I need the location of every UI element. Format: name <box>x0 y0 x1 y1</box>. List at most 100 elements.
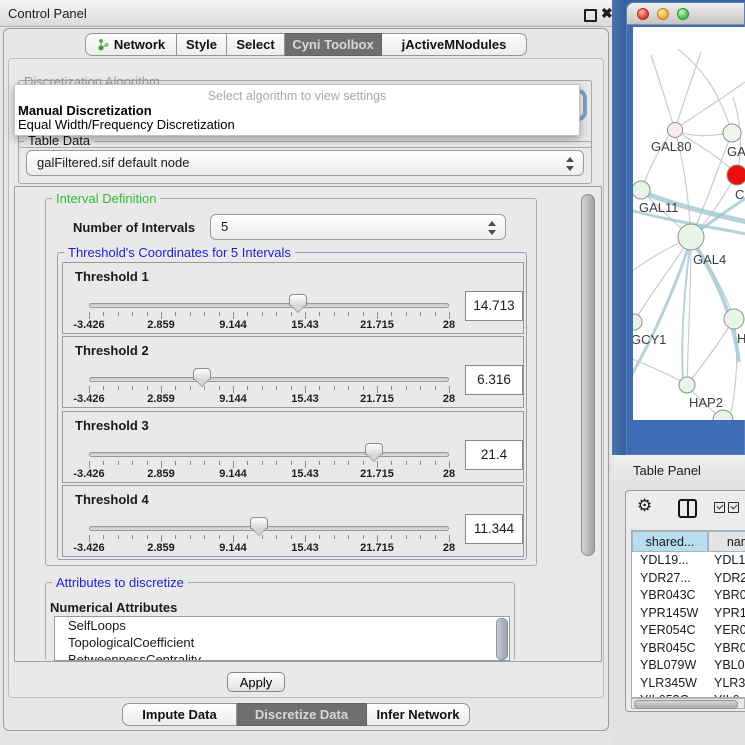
float-window-icon[interactable] <box>584 9 597 22</box>
threshold-slider-thumb[interactable] <box>250 517 268 529</box>
threshold-slider-thumb[interactable] <box>289 294 307 306</box>
network-view-canvas[interactable]: GAL80GACGAL11GAL4GCY1HHAP2 <box>633 27 745 420</box>
tick-mark <box>147 461 148 465</box>
tick-label: 21.715 <box>347 319 407 331</box>
node-gcy1[interactable] <box>633 314 642 330</box>
tick-mark <box>103 312 104 316</box>
tab-network[interactable]: Network <box>85 33 177 56</box>
node-label: GAL11 <box>639 200 679 215</box>
checkbox-icon[interactable] <box>714 502 725 513</box>
node-gal4[interactable] <box>678 224 704 250</box>
tick-label: 2.859 <box>131 319 191 331</box>
list-item-selfloops[interactable]: SelfLoops <box>55 617 509 634</box>
thresholds-group-title: Threshold's Coordinates for 5 Intervals <box>64 246 295 259</box>
table-row[interactable]: YLR345WYLR3 <box>632 675 745 693</box>
thumb-pointer <box>252 528 266 535</box>
dropdown-item-manual-discretization[interactable]: Manual Discretization <box>18 103 152 118</box>
list-scrollbar[interactable] <box>496 618 508 660</box>
horizontal-scrollbar[interactable] <box>631 698 745 709</box>
number-of-intervals-value: 5 <box>221 215 228 239</box>
tab-jactivemnodules[interactable]: jActiveMNodules <box>382 33 527 56</box>
tab-impute-data[interactable]: Impute Data <box>122 703 237 726</box>
checkbox-icon[interactable] <box>728 502 739 513</box>
node-gal11[interactable] <box>633 181 650 199</box>
tick-mark <box>233 535 234 542</box>
tick-label: 15.43 <box>275 393 335 405</box>
tick-label: -3.426 <box>59 319 119 331</box>
tick-mark <box>190 461 191 465</box>
node-h[interactable] <box>724 309 744 329</box>
table-cell: YPR1 <box>714 605 745 623</box>
table-row[interactable]: YBR043CYBR0 <box>632 587 745 605</box>
tick-label: -3.426 <box>59 542 119 554</box>
split-columns-icon[interactable] <box>678 499 697 518</box>
tick-label: -3.426 <box>59 393 119 405</box>
tick-mark <box>147 386 148 390</box>
node-ga[interactable] <box>723 124 741 142</box>
attributes-group-title: Attributes to discretize <box>52 576 188 589</box>
table-row[interactable]: YPR145WYPR1 <box>632 605 745 623</box>
zoom-button[interactable] <box>677 8 689 20</box>
gear-icon[interactable]: ⚙ <box>637 496 652 516</box>
threshold-box-2: Threshold 2-3.4262.8599.14415.4321.71528… <box>62 336 524 408</box>
tick-mark <box>420 461 421 465</box>
table-data-combobox[interactable]: galFiltered.sif default node <box>26 150 584 176</box>
tick-mark <box>319 386 320 390</box>
number-of-intervals-combobox[interactable]: 5 <box>210 214 506 240</box>
close-button[interactable] <box>637 8 649 20</box>
close-icon[interactable]: ✖ <box>601 5 613 22</box>
tick-mark <box>348 312 349 316</box>
threshold-value-input[interactable]: 11.344 <box>465 514 523 544</box>
tick-label: 21.715 <box>347 542 407 554</box>
threshold-slider-track[interactable] <box>89 452 449 457</box>
table-row[interactable]: YER054CYER0 <box>632 622 745 640</box>
table-panel-title: Table Panel <box>633 463 701 478</box>
tick-mark <box>391 312 392 316</box>
tick-mark <box>233 386 234 393</box>
tick-mark <box>103 535 104 539</box>
node-hap2[interactable] <box>679 377 695 393</box>
tab-cyni-toolbox[interactable]: Cyni Toolbox <box>285 33 382 56</box>
table-row[interactable]: YBL079WYBL0 <box>632 657 745 675</box>
threshold-slider-track[interactable] <box>89 526 449 531</box>
tab-style[interactable]: Style <box>177 33 227 56</box>
threshold-slider-thumb[interactable] <box>193 368 211 380</box>
threshold-slider-thumb[interactable] <box>365 443 383 455</box>
threshold-slider-track[interactable] <box>89 303 449 308</box>
tab-infer-network[interactable]: Infer Network <box>367 703 470 726</box>
table-cell: YDL19... <box>640 552 710 570</box>
table-cell: YBR0 <box>714 587 745 605</box>
node-partial[interactable] <box>713 410 733 420</box>
apply-button[interactable]: Apply <box>227 672 285 692</box>
dropdown-placeholder-item[interactable]: Select algorithm to view settings <box>15 89 579 103</box>
table-row[interactable]: YBR045CYBR0 <box>632 640 745 658</box>
node-gal80[interactable] <box>668 123 683 138</box>
screenshot-root: Control Panel ✖ NetworkStyleSelectCyni T… <box>0 0 745 745</box>
threshold-box-4: Threshold 4-3.4262.8599.14415.4321.71528… <box>62 485 524 557</box>
column-header-shared-[interactable]: shared... <box>632 531 708 552</box>
table-row[interactable]: YDR27...YDR2 <box>632 570 745 588</box>
tab-select[interactable]: Select <box>227 33 285 56</box>
tick-mark <box>319 312 320 316</box>
table-cell: YDR27... <box>640 570 710 588</box>
table-cell: YBR0 <box>714 640 745 658</box>
thumb-pointer <box>291 305 305 312</box>
vertical-scrollbar[interactable] <box>581 194 595 556</box>
list-item-topologicalcoefficient[interactable]: TopologicalCoefficient <box>55 634 509 651</box>
node-c[interactable] <box>727 165 745 185</box>
list-item-betweennesscentrality[interactable]: BetweennessCentrality <box>55 651 509 661</box>
threshold-value-input[interactable]: 6.316 <box>465 365 523 395</box>
tick-label: 9.144 <box>203 468 263 480</box>
threshold-slider-track[interactable] <box>89 377 449 382</box>
tab-discretize-data[interactable]: Discretize Data <box>237 703 367 726</box>
tick-mark <box>175 461 176 465</box>
column-header-name[interactable]: name <box>708 531 745 552</box>
threshold-value-input[interactable]: 14.713 <box>465 291 523 321</box>
table-cell: YER0 <box>714 622 745 640</box>
threshold-value-input[interactable]: 21.4 <box>465 440 523 470</box>
minimize-button[interactable] <box>657 8 669 20</box>
scrollbar-thumb[interactable] <box>634 700 738 709</box>
table-row[interactable]: YDL19...YDL1 <box>632 552 745 570</box>
tick-mark <box>89 535 90 542</box>
dropdown-item-equal-width-frequency-discretization[interactable]: Equal Width/Frequency Discretization <box>18 117 235 132</box>
